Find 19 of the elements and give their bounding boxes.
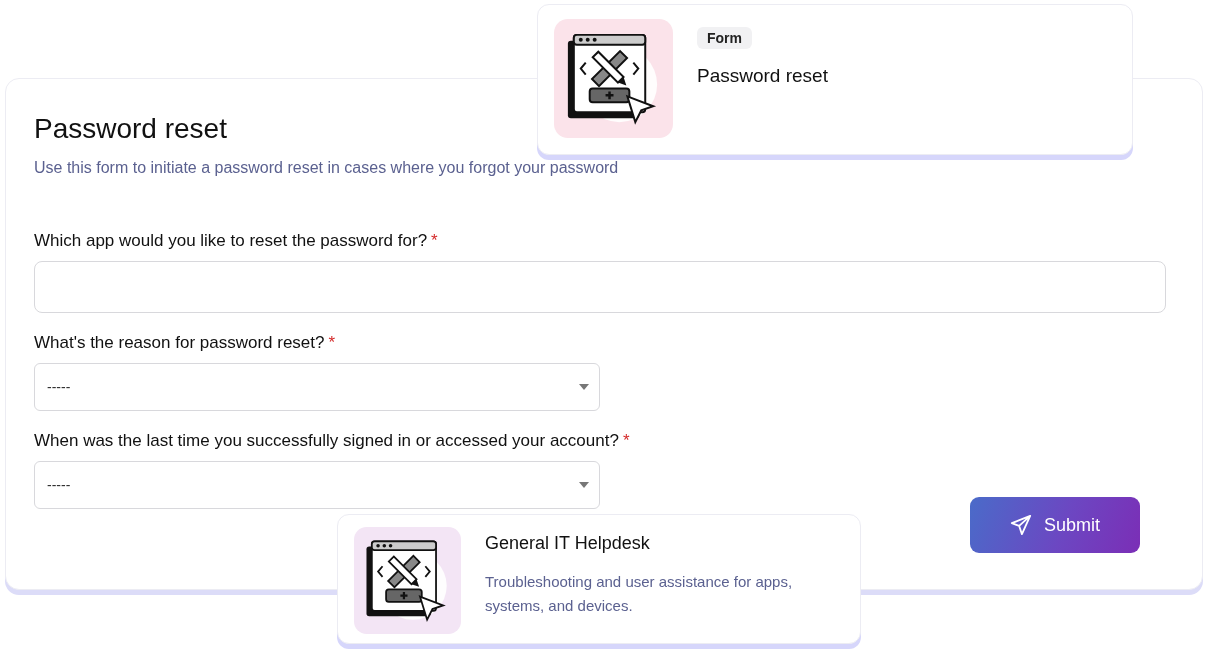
form-description: Use this form to initiate a password reset in cases where you forgot your password [34,159,620,177]
required-mark: * [328,333,336,352]
submit-button[interactable]: Submit [970,497,1140,553]
required-mark: * [622,431,630,450]
tag: Form [697,27,752,49]
field-label: When was the last time you successfully signed in or accessed your account? [34,431,619,450]
required-mark: * [431,231,438,250]
field-label: Which app would you like to reset the password for? [34,231,428,250]
send-icon [1010,514,1032,536]
card-title: Password reset [697,65,828,87]
field-label: What's the reason for password reset? [34,333,325,352]
card-description: Troubleshooting and user assistance for apps, systems, and devices. [485,572,794,616]
input-field[interactable] [34,261,1166,313]
caret-icon [579,384,589,390]
dropdown[interactable]: ----- [34,363,600,411]
dropdown[interactable]: ----- [34,461,600,509]
form-title: Password reset [34,113,228,145]
card-title: General IT Helpdesk [485,533,650,554]
caret-icon [579,482,589,488]
